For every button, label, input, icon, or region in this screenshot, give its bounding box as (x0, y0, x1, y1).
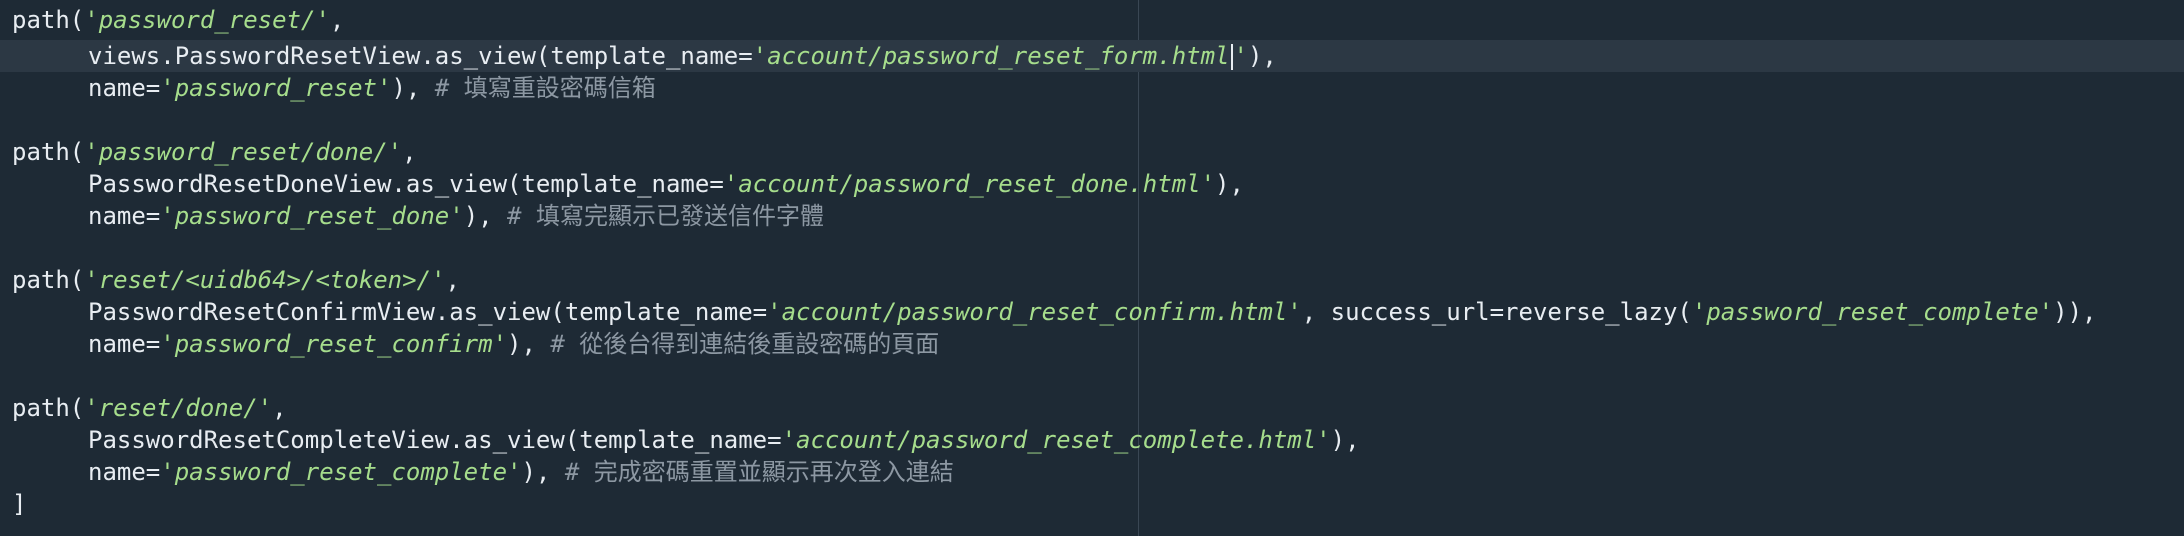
code-line-5[interactable]: path('password_reset/done/', (0, 136, 2184, 168)
code-comment: # 從後台得到連結後重設密碼的頁面 (550, 330, 940, 358)
success-url-string: 'password_reset_complete' (1691, 298, 2054, 326)
code-line-14[interactable]: PasswordResetCompleteView.as_view(templa… (0, 424, 2184, 456)
path-call: path( (12, 394, 85, 422)
name-string: 'password_reset' (160, 74, 392, 102)
punctuation: , (272, 394, 287, 422)
route-string: 'password_reset/done/' (84, 138, 403, 166)
name-kwarg: name= (88, 330, 161, 358)
code-comment: # 填寫完顯示已發送信件字體 (507, 202, 824, 230)
closing-bracket: ] (12, 490, 27, 518)
route-string: 'reset/<uidb64>/<token>/' (84, 266, 446, 294)
code-line-13[interactable]: path('reset/done/', (0, 392, 2184, 424)
view-call: PasswordResetDoneView.as_view(template_n… (88, 170, 724, 198)
name-string: 'password_reset_done' (160, 202, 464, 230)
code-line-9[interactable]: path('reset/<uidb64>/<token>/', (0, 264, 2184, 296)
template-string: 'account/password_reset_done.html' (723, 170, 1216, 198)
punctuation: ), (1215, 170, 1244, 198)
template-string: 'account/password_reset_form.html (752, 42, 1230, 70)
success-url-kwarg: , success_url=reverse_lazy( (1301, 298, 1692, 326)
punctuation: )), (2053, 298, 2097, 326)
punctuation: ), (1330, 426, 1360, 454)
punctuation: , (329, 6, 345, 34)
code-line-16[interactable]: ] (0, 488, 2184, 520)
code-comment: # 完成密碼重置並顯示再次登入連結 (564, 458, 954, 486)
path-call: path( (12, 266, 85, 294)
code-comment: # 填寫重設密碼信箱 (434, 74, 656, 102)
code-line-1[interactable]: path('password_reset/', (0, 4, 2184, 36)
code-line-11[interactable]: name='password_reset_confirm'), # 從後台得到連… (0, 328, 2184, 360)
template-string: 'account/password_reset_complete.html' (781, 426, 1331, 454)
text-cursor (1230, 44, 1233, 70)
route-string: 'reset/done/' (84, 394, 273, 422)
name-kwarg: name= (88, 74, 161, 102)
punctuation: , (402, 138, 417, 166)
view-call: views.PasswordResetView.as_view(template… (88, 42, 753, 70)
code-line-6[interactable]: PasswordResetDoneView.as_view(template_n… (0, 168, 2184, 200)
code-line-7[interactable]: name='password_reset_done'), # 填寫完顯示已發送信… (0, 200, 2184, 232)
view-call: PasswordResetConfirmView.as_view(templat… (88, 298, 768, 326)
template-string-end: ' (1233, 42, 1248, 70)
name-string: 'password_reset_confirm' (160, 330, 508, 358)
template-string: 'account/password_reset_confirm.html' (767, 298, 1302, 326)
code-line-2-current[interactable]: views.PasswordResetView.as_view(template… (0, 40, 2184, 72)
punctuation: , (445, 266, 460, 294)
punctuation: ), (463, 202, 508, 230)
punctuation: ), (507, 330, 551, 358)
path-call: path( (12, 138, 85, 166)
route-string: 'password_reset/' (84, 6, 330, 34)
name-kwarg: name= (88, 202, 161, 230)
name-kwarg: name= (88, 458, 161, 486)
code-line-10[interactable]: PasswordResetConfirmView.as_view(templat… (0, 296, 2184, 328)
punctuation: ), (521, 458, 565, 486)
punctuation: ), (1247, 42, 1277, 70)
code-line-3[interactable]: name='password_reset'), # 填寫重設密碼信箱 (0, 72, 2184, 104)
code-editor[interactable]: path('password_reset/', views.PasswordRe… (0, 0, 2184, 536)
view-call: PasswordResetCompleteView.as_view(templa… (88, 426, 782, 454)
code-line-15[interactable]: name='password_reset_complete'), # 完成密碼重… (0, 456, 2184, 488)
punctuation: ), (391, 74, 435, 102)
path-call: path( (12, 6, 85, 34)
name-string: 'password_reset_complete' (160, 458, 522, 486)
